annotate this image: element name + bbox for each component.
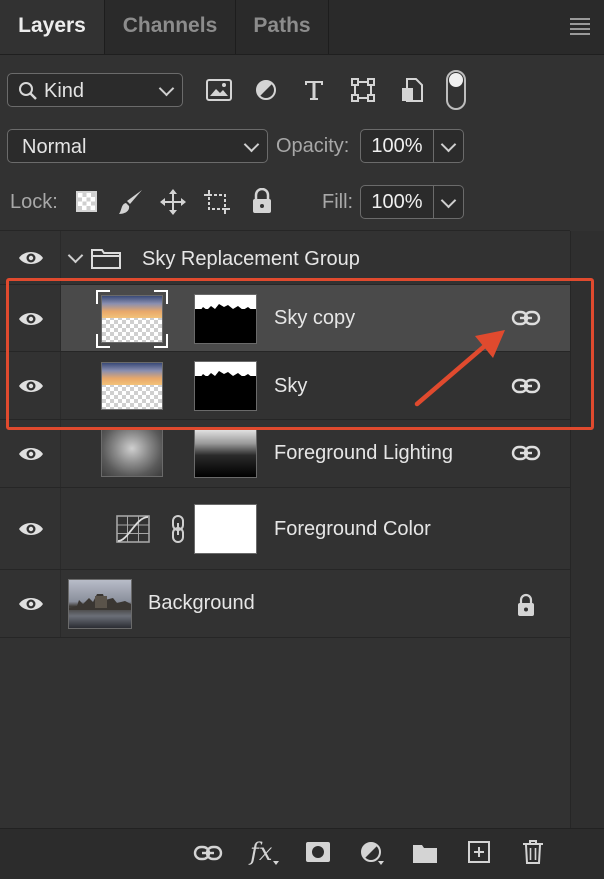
chevron-down-icon[interactable] [67, 247, 84, 264]
layer-foreground-color-row[interactable]: Foreground Color [0, 488, 570, 570]
filter-kind-select[interactable]: Kind [7, 73, 183, 107]
opacity-input[interactable]: 100% [360, 129, 434, 163]
fill-dropdown[interactable] [434, 185, 464, 219]
search-icon [19, 82, 37, 100]
building-image [69, 594, 131, 610]
link-layers-icon[interactable] [193, 844, 223, 862]
lock-artboard-icon[interactable] [203, 189, 231, 215]
layer-name[interactable]: Foreground Color [274, 518, 431, 541]
layer-group-row[interactable]: Sky Replacement Group [0, 231, 570, 285]
tab-channels[interactable]: Channels [105, 0, 235, 54]
blend-mode-label: Normal [22, 136, 87, 158]
chevron-down-icon [158, 80, 175, 97]
eye-icon[interactable] [18, 249, 44, 267]
curves-adjustment-icon[interactable] [116, 515, 150, 543]
tab-paths[interactable]: Paths [236, 0, 328, 54]
panel-tab-bar: Layers Channels Paths [0, 0, 604, 55]
opacity-label: Opacity: [276, 135, 350, 157]
lock-all-icon[interactable] [251, 188, 273, 214]
pixel-layer-filter-icon[interactable] [206, 79, 232, 101]
add-mask-icon[interactable] [305, 841, 331, 863]
adjustment-filter-icon[interactable] [255, 79, 277, 101]
smart-object-filter-icon[interactable] [401, 78, 423, 102]
layers-footer-toolbar: fx [0, 828, 604, 879]
shape-filter-icon[interactable] [351, 78, 375, 102]
layer-background-row[interactable]: Background [0, 570, 570, 638]
panel-menu-icon[interactable] [570, 18, 590, 38]
visibility-cell[interactable] [0, 231, 61, 284]
chevron-down-icon [440, 136, 457, 153]
type-filter-icon[interactable] [303, 79, 325, 101]
eye-icon[interactable] [18, 445, 44, 463]
filter-toggle-switch[interactable] [446, 70, 466, 110]
lock-icon[interactable] [515, 593, 537, 617]
lock-label: Lock: [10, 191, 58, 213]
fill-label: Fill: [322, 191, 354, 213]
toggle-knob [449, 73, 463, 87]
lock-image-pixels-icon[interactable] [118, 188, 144, 216]
eye-icon[interactable] [18, 595, 44, 613]
layer-name[interactable]: Sky Replacement Group [142, 248, 360, 271]
layer-name[interactable]: Foreground Lighting [274, 442, 453, 465]
dropdown-triangle-icon [273, 861, 279, 865]
fx-icon[interactable]: fx [250, 838, 272, 866]
mask-link-icon[interactable] [170, 515, 186, 543]
chevron-down-icon [243, 136, 260, 153]
tab-divider [328, 0, 329, 54]
tab-layers[interactable]: Layers [0, 0, 104, 54]
layer-mask-thumbnail[interactable] [194, 428, 257, 478]
annotation-arrow [414, 330, 505, 407]
chevron-down-icon [440, 192, 457, 209]
visibility-cell[interactable] [0, 420, 61, 487]
trash-icon[interactable] [522, 839, 544, 865]
layer-mask-thumbnail[interactable] [194, 504, 257, 554]
new-group-folder-icon[interactable] [412, 842, 438, 864]
lock-position-icon[interactable] [160, 189, 186, 215]
new-layer-icon[interactable] [467, 840, 491, 864]
visibility-cell[interactable] [0, 570, 61, 637]
opacity-dropdown[interactable] [434, 129, 464, 163]
adjustment-icon[interactable] [360, 841, 384, 865]
visibility-cell[interactable] [0, 488, 61, 569]
layer-name[interactable]: Background [148, 592, 255, 615]
blend-mode-select[interactable]: Normal [7, 129, 268, 163]
chain-link-icon[interactable] [511, 444, 541, 462]
lock-transparent-pixels-icon[interactable] [76, 191, 97, 212]
layers-empty-area [0, 638, 570, 828]
filter-kind-label: Kind [44, 80, 85, 102]
layer-thumbnail[interactable] [68, 579, 132, 629]
layer-thumbnail[interactable] [101, 429, 163, 477]
eye-icon[interactable] [18, 520, 44, 538]
fill-input[interactable]: 100% [360, 185, 434, 219]
layer-foreground-lighting-row[interactable]: Foreground Lighting [0, 420, 570, 488]
folder-icon [91, 249, 121, 269]
